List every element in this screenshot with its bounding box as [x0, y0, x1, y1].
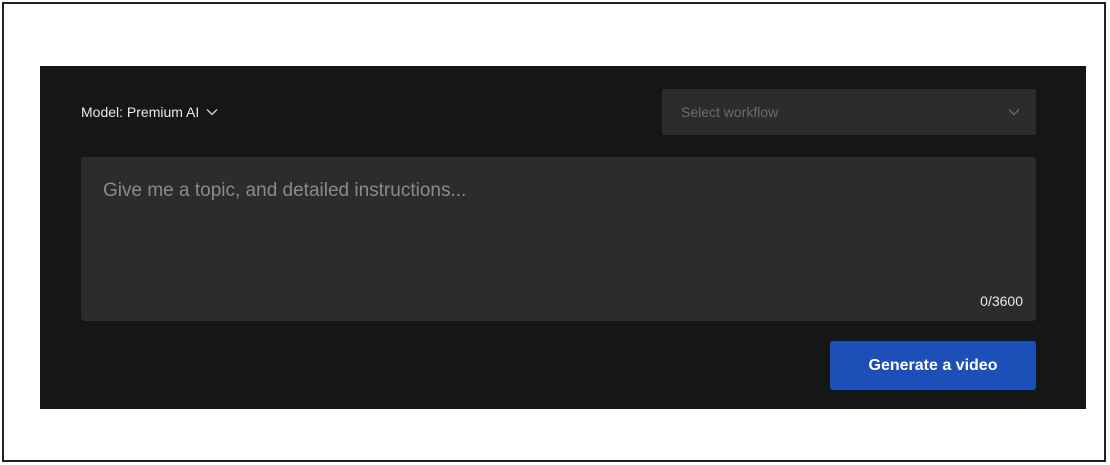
- character-counter: 0/3600: [980, 293, 1023, 309]
- model-selector[interactable]: Model: Premium AI: [81, 104, 218, 120]
- workflow-select[interactable]: Select workflow: [662, 89, 1036, 135]
- prompt-box: 0/3600: [81, 157, 1036, 321]
- generate-video-button[interactable]: Generate a video: [830, 341, 1036, 390]
- prompt-input[interactable]: [81, 157, 1036, 321]
- workflow-select-placeholder: Select workflow: [681, 104, 779, 120]
- chevron-down-icon: [1008, 108, 1020, 116]
- page-frame: Model: Premium AI Select workflow 0/3600…: [2, 2, 1106, 462]
- chevron-down-icon: [206, 108, 218, 116]
- model-selector-label: Model: Premium AI: [81, 104, 200, 120]
- video-generator-panel: Model: Premium AI Select workflow 0/3600…: [40, 66, 1086, 409]
